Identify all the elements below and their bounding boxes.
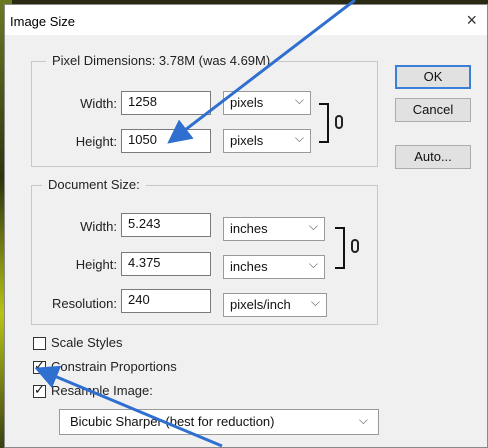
pixel-height-label: Height: — [75, 134, 117, 149]
chain-link-icon[interactable] — [335, 115, 343, 129]
scale-styles-label: Scale Styles — [51, 335, 123, 350]
pixel-height-field[interactable]: 1050 — [121, 129, 211, 153]
chevron-down-icon: ⌵ — [294, 131, 304, 145]
chain-link-icon[interactable] — [351, 239, 359, 253]
doc-width-field[interactable]: 5.243 — [121, 213, 211, 237]
resample-method-select[interactable]: Bicubic Sharper (best for reduction) ⌵ — [59, 409, 379, 435]
pixel-width-field[interactable]: 1258 — [121, 91, 211, 115]
image-size-dialog: Image Size × Pixel Dimensions: 3.78M (wa… — [4, 4, 488, 448]
doc-height-unit-select[interactable]: inches ⌵ — [223, 255, 325, 279]
constrain-proportions-checkbox[interactable]: ✓ — [33, 358, 46, 374]
chevron-down-icon: ⌵ — [294, 93, 304, 107]
dialog-title: Image Size — [10, 14, 76, 29]
doc-height-field[interactable]: 4.375 — [121, 252, 211, 276]
pixel-constrain-bracket — [319, 103, 329, 143]
cancel-button[interactable]: Cancel — [395, 98, 471, 122]
doc-height-label: Height: — [75, 257, 117, 272]
pixel-height-unit: pixels — [230, 133, 264, 148]
resolution-field[interactable]: 240 — [121, 289, 211, 313]
close-icon[interactable]: × — [466, 10, 477, 30]
doc-width-unit-select[interactable]: inches ⌵ — [223, 217, 325, 241]
pixel-height-unit-select[interactable]: pixels ⌵ — [223, 129, 311, 153]
document-size-legend: Document Size: — [42, 177, 146, 192]
checkmark-icon: ✓ — [34, 382, 45, 397]
resolution-label: Resolution: — [51, 296, 117, 311]
doc-width-unit: inches — [230, 221, 268, 236]
checkmark-icon: ✓ — [34, 358, 45, 373]
resample-image-checkbox[interactable]: ✓ — [33, 382, 46, 398]
pixel-width-unit: pixels — [230, 95, 264, 110]
resolution-unit: pixels/inch — [230, 297, 291, 312]
doc-height-unit: inches — [230, 259, 268, 274]
pixel-width-label: Width: — [80, 96, 117, 111]
doc-width-label: Width: — [80, 219, 117, 234]
ok-button[interactable]: OK — [395, 65, 471, 89]
auto-button[interactable]: Auto... — [395, 145, 471, 169]
constrain-proportions-label: Constrain Proportions — [51, 359, 177, 374]
chevron-down-icon: ⌵ — [308, 257, 318, 271]
chevron-down-icon: ⌵ — [310, 295, 320, 309]
doc-constrain-bracket — [335, 227, 345, 269]
title-bar: Image Size × — [5, 5, 487, 35]
resolution-unit-select[interactable]: pixels/inch ⌵ — [223, 293, 327, 317]
chevron-down-icon: ⌵ — [358, 413, 368, 427]
pixel-dimensions-legend: Pixel Dimensions: 3.78M (was 4.69M) — [46, 53, 277, 68]
resample-method-value: Bicubic Sharper (best for reduction) — [70, 414, 275, 429]
scale-styles-checkbox[interactable] — [33, 337, 46, 350]
pixel-width-unit-select[interactable]: pixels ⌵ — [223, 91, 311, 115]
resample-image-label: Resample Image: — [51, 383, 153, 398]
chevron-down-icon: ⌵ — [308, 219, 318, 233]
